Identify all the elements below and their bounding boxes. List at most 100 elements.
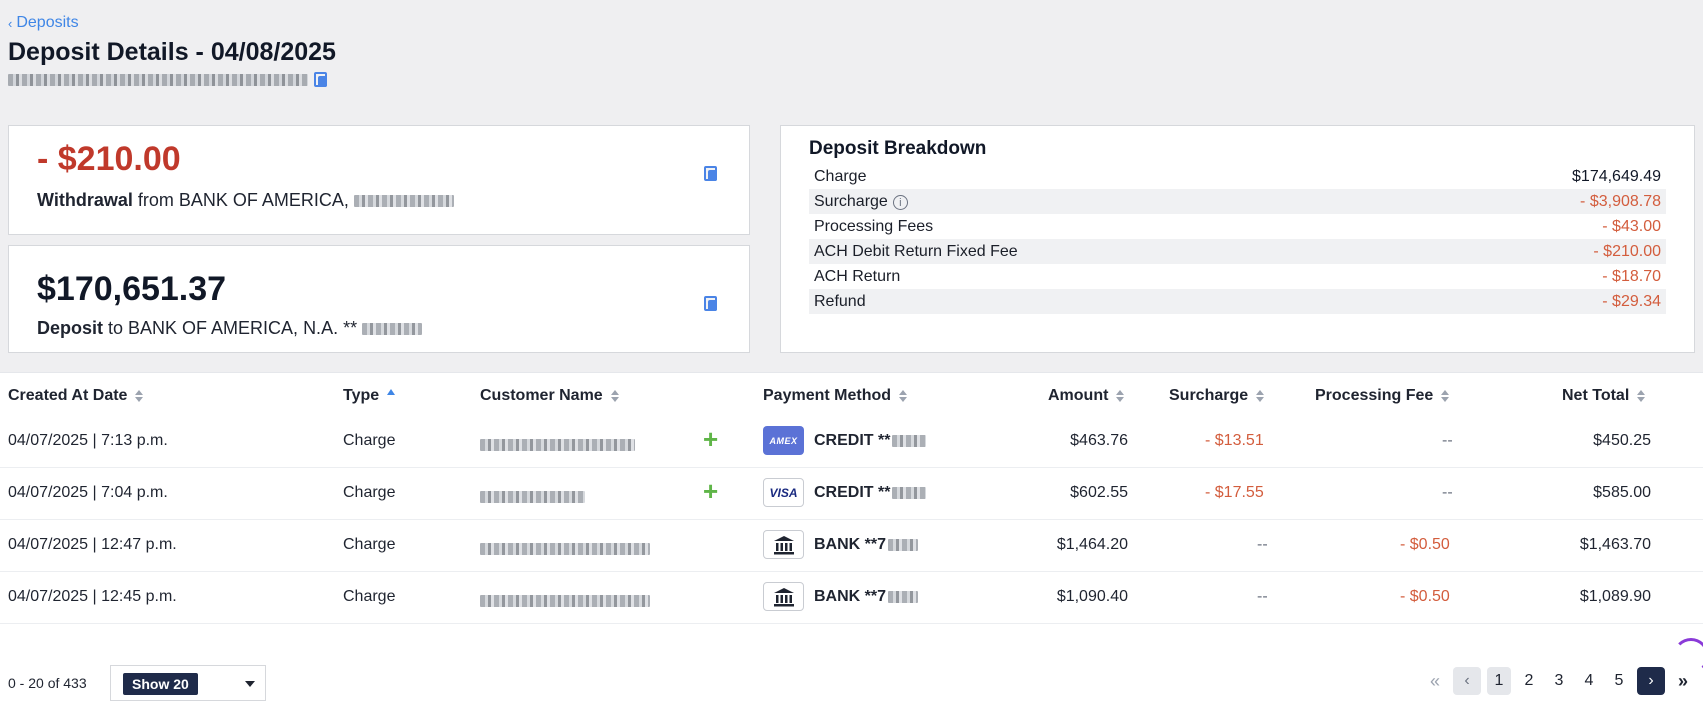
redacted-account xyxy=(362,322,423,335)
page-button-2[interactable]: 2 xyxy=(1517,667,1541,695)
payment-method-cell: BANK **7 xyxy=(763,530,919,559)
page-button-1[interactable]: 1 xyxy=(1487,667,1511,695)
table-row[interactable]: 04/07/2025 | 12:45 p.m. Charge BANK **7 … xyxy=(0,572,1703,624)
column-header-net-total[interactable]: Net Total xyxy=(1562,387,1646,405)
sort-icon xyxy=(1116,390,1125,402)
withdrawal-description: Withdrawal from BANK OF AMERICA, xyxy=(37,190,454,211)
next-page-button[interactable]: › xyxy=(1637,667,1665,695)
created-at-cell: 04/07/2025 | 12:45 p.m. xyxy=(8,588,177,605)
amount-cell: $602.55 xyxy=(1070,484,1128,501)
payment-method-cell: AMEX CREDIT ** xyxy=(763,426,927,455)
column-header-payment-method[interactable]: Payment Method xyxy=(763,387,908,405)
column-header-customer-name[interactable]: Customer Name xyxy=(480,387,619,405)
deposit-description: Deposit to BANK OF AMERICA, N.A. ** xyxy=(37,318,423,339)
breakdown-label: ACH Debit Return Fixed Fee xyxy=(814,242,1018,260)
breakdown-value: - $29.34 xyxy=(1602,292,1661,310)
copy-icon[interactable] xyxy=(314,72,327,87)
processing-fee-cell: -- xyxy=(1442,484,1453,501)
withdrawal-card: - $210.00 Withdrawal from BANK OF AMERIC… xyxy=(8,125,750,235)
breakdown-label: Surcharge xyxy=(814,192,888,210)
bank-icon xyxy=(763,530,804,559)
created-at-cell: 04/07/2025 | 7:13 p.m. xyxy=(8,432,168,449)
column-header-type[interactable]: Type xyxy=(343,387,396,405)
breakdown-label-wrap: Surcharge i xyxy=(814,193,908,211)
breakdown-label: Refund xyxy=(814,292,866,310)
payment-method-label: BANK **7 xyxy=(814,587,887,605)
breakdown-title: Deposit Breakdown xyxy=(809,138,987,159)
processing-fee-cell: - $0.50 xyxy=(1400,588,1450,605)
customer-name-cell xyxy=(480,436,635,454)
breakdown-row-ach-debit-return-fee: ACH Debit Return Fixed Fee - $210.00 xyxy=(809,239,1666,264)
table-row[interactable]: 04/07/2025 | 12:47 p.m. Charge BANK **7 … xyxy=(0,520,1703,572)
page-size-select[interactable]: Show 20 xyxy=(110,665,266,701)
customer-name-cell xyxy=(480,592,650,610)
back-link-label: Deposits xyxy=(16,14,79,31)
breakdown-label: Charge xyxy=(814,167,867,185)
column-label: Amount xyxy=(1048,387,1109,404)
redacted-customer-name xyxy=(480,490,585,503)
info-icon[interactable]: i xyxy=(892,195,908,210)
deposit-id xyxy=(8,72,327,87)
payment-method-text: CREDIT ** xyxy=(814,432,927,450)
page-button-4[interactable]: 4 xyxy=(1577,667,1601,695)
type-cell: Charge xyxy=(343,588,396,605)
page-size-value: Show 20 xyxy=(123,673,198,695)
net-total-cell: $1,463.70 xyxy=(1579,536,1651,553)
payment-method-cell: BANK **7 xyxy=(763,582,919,611)
sort-icon xyxy=(1637,390,1646,402)
sort-icon xyxy=(1441,390,1450,402)
deposit-amount: $170,651.37 xyxy=(37,270,227,308)
redacted-customer-name xyxy=(480,542,650,555)
amount-cell: $1,090.40 xyxy=(1056,588,1128,605)
sort-icon xyxy=(135,390,144,402)
redacted-customer-name xyxy=(480,438,635,451)
back-to-deposits-link[interactable]: ‹ Deposits xyxy=(8,14,79,32)
page-button-5[interactable]: 5 xyxy=(1607,667,1631,695)
withdrawal-label: Withdrawal xyxy=(37,190,133,210)
add-icon[interactable]: + xyxy=(703,426,718,452)
sort-icon xyxy=(899,390,908,402)
created-at-cell: 04/07/2025 | 7:04 p.m. xyxy=(8,484,168,501)
support-widget-icon[interactable] xyxy=(1673,638,1703,674)
breakdown-value: - $18.70 xyxy=(1602,267,1661,285)
breakdown-value: - $43.00 xyxy=(1602,217,1661,235)
chevron-left-icon: ‹ xyxy=(8,15,13,31)
column-header-amount[interactable]: Amount xyxy=(1048,387,1125,405)
table-row[interactable]: 04/07/2025 | 7:04 p.m. Charge + VISA CRE… xyxy=(0,468,1703,520)
pagination: « ‹ 1 2 3 4 5 › » xyxy=(1423,667,1695,695)
first-page-icon[interactable]: « xyxy=(1423,667,1447,695)
previous-page-button[interactable]: ‹ xyxy=(1453,667,1481,695)
redacted-account-digits xyxy=(888,538,919,551)
breakdown-value: $174,649.49 xyxy=(1572,167,1661,185)
bank-building-icon xyxy=(773,587,794,606)
breakdown-row-surcharge: Surcharge i - $3,908.78 xyxy=(809,189,1666,214)
type-cell: Charge xyxy=(343,536,396,553)
bank-building-icon xyxy=(773,535,794,554)
customer-name-cell xyxy=(480,488,585,506)
copy-icon[interactable] xyxy=(704,296,717,311)
deposit-breakdown-card: Deposit Breakdown Charge $174,649.49 Sur… xyxy=(780,125,1695,353)
payment-method-text: BANK **7 xyxy=(814,536,919,554)
column-label: Net Total xyxy=(1562,387,1630,404)
surcharge-cell: - $13.51 xyxy=(1205,432,1264,449)
withdrawal-amount: - $210.00 xyxy=(37,140,181,178)
net-total-cell: $585.00 xyxy=(1593,484,1651,501)
column-header-processing-fee[interactable]: Processing Fee xyxy=(1315,387,1450,405)
copy-icon[interactable] xyxy=(704,166,717,181)
column-label: Surcharge xyxy=(1169,387,1249,404)
redacted-account-digits xyxy=(888,590,919,603)
sort-ascending-icon xyxy=(387,389,396,395)
chevron-down-icon xyxy=(245,681,255,687)
page-title: Deposit Details - 04/08/2025 xyxy=(8,38,336,66)
payment-method-text: BANK **7 xyxy=(814,587,919,606)
visa-card-icon: VISA xyxy=(763,478,804,507)
add-icon[interactable]: + xyxy=(703,478,718,504)
column-label: Processing Fee xyxy=(1315,387,1434,404)
column-header-created-at[interactable]: Created At Date xyxy=(8,387,144,405)
column-label: Payment Method xyxy=(763,387,892,404)
page-button-3[interactable]: 3 xyxy=(1547,667,1571,695)
sort-icon xyxy=(610,390,619,402)
table-row[interactable]: 04/07/2025 | 7:13 p.m. Charge + AMEX CRE… xyxy=(0,416,1703,468)
column-label: Customer Name xyxy=(480,387,603,404)
column-header-surcharge[interactable]: Surcharge xyxy=(1169,387,1265,405)
